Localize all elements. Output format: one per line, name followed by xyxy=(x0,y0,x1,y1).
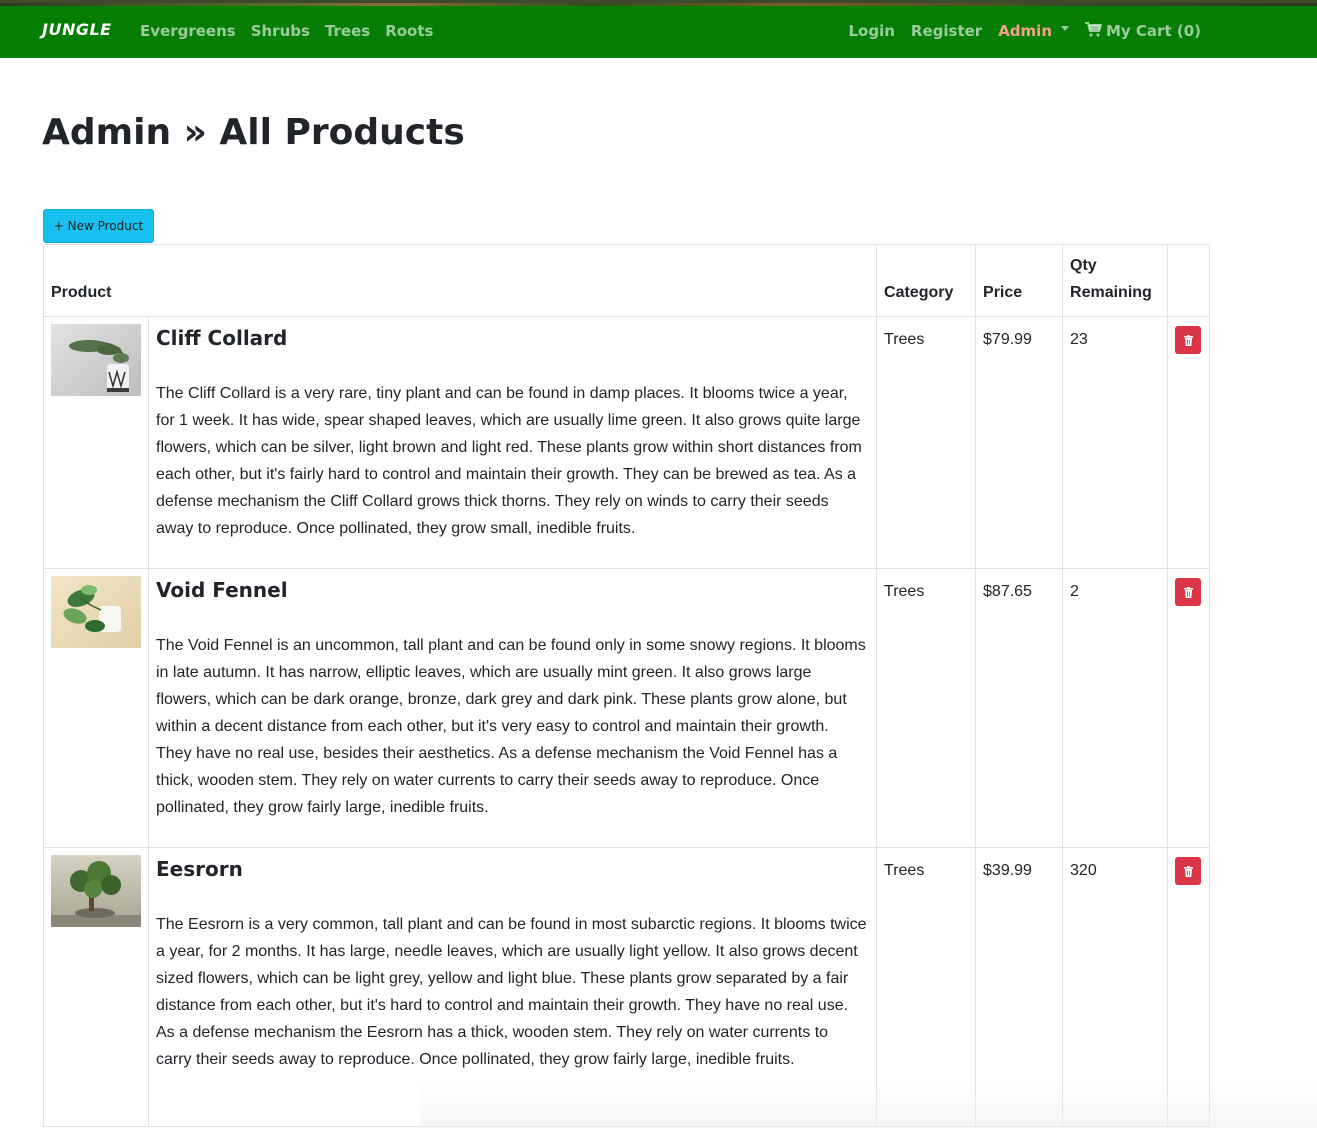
delete-button[interactable] xyxy=(1175,857,1202,885)
product-name: Cliff Collard xyxy=(156,326,288,350)
products-table: Product Category Price Qty Remaining Cli… xyxy=(42,244,1211,1127)
price-value: $79.99 xyxy=(983,331,1032,348)
login-link[interactable]: Login xyxy=(849,22,895,40)
product-name: Void Fennel xyxy=(156,578,288,602)
qty-value: 23 xyxy=(1070,331,1088,348)
product-name: Eesrorn xyxy=(156,857,243,881)
table-row: Void Fennel The Void Fennel is an uncomm… xyxy=(43,568,1211,848)
price-value: $87.65 xyxy=(983,583,1032,600)
delete-button[interactable] xyxy=(1175,326,1202,354)
delete-button[interactable] xyxy=(1175,578,1202,606)
product-info-cell: Void Fennel The Void Fennel is an uncomm… xyxy=(147,568,878,848)
trash-icon xyxy=(1183,334,1193,346)
product-price: $39.99 xyxy=(975,847,1064,1127)
product-image-void-fennel[interactable] xyxy=(51,576,141,648)
product-image-cliff-collard[interactable] xyxy=(51,324,141,396)
shopping-cart-icon xyxy=(1085,22,1102,37)
product-description: The Cliff Collard is a very rare, tiny p… xyxy=(156,385,862,537)
nav-link-roots[interactable]: Roots xyxy=(385,22,433,40)
register-link[interactable]: Register xyxy=(911,22,982,40)
header-actions xyxy=(1167,244,1211,317)
product-actions xyxy=(1167,316,1211,569)
navbar-decor-strip xyxy=(0,3,1317,6)
cart-label: My Cart (0) xyxy=(1106,22,1201,40)
category-value: Trees xyxy=(884,331,925,348)
product-price: $79.99 xyxy=(975,316,1064,569)
product-info-cell: Cliff Collard The Cliff Collard is a ver… xyxy=(147,316,878,569)
product-thumb-cell xyxy=(43,568,149,848)
table-row: Cliff Collard The Cliff Collard is a ver… xyxy=(43,316,1211,569)
new-product-button[interactable]: + New Product xyxy=(43,209,154,243)
product-price: $87.65 xyxy=(975,568,1064,848)
nav-link-shrubs[interactable]: Shrubs xyxy=(251,22,310,40)
table-row: Eesrorn The Eesrorn is a very common, ta… xyxy=(43,847,1211,1127)
product-qty: 320 xyxy=(1062,847,1169,1127)
product-category: Trees xyxy=(876,847,977,1127)
price-value: $39.99 xyxy=(983,862,1032,879)
brand-logo[interactable]: JUNGLE xyxy=(42,20,112,39)
product-thumb-cell xyxy=(43,847,149,1127)
product-actions xyxy=(1167,568,1211,848)
category-value: Trees xyxy=(884,862,925,879)
product-description: The Void Fennel is an uncommon, tall pla… xyxy=(156,637,866,816)
header-product: Product xyxy=(42,244,878,317)
product-actions xyxy=(1167,847,1211,1127)
qty-value: 2 xyxy=(1070,583,1079,600)
header-price: Price xyxy=(975,244,1064,317)
navbar: JUNGLE Evergreens Shrubs Trees Roots Log… xyxy=(0,0,1317,58)
page-title: Admin » All Products xyxy=(42,112,465,153)
product-category: Trees xyxy=(876,568,977,848)
table-header-row: Product Category Price Qty Remaining xyxy=(42,244,1211,317)
nav-category-links: Evergreens Shrubs Trees Roots xyxy=(140,22,433,40)
nav-user-links: Login Register Admin My Cart (0) xyxy=(849,22,1201,40)
nav-link-trees[interactable]: Trees xyxy=(325,22,370,40)
product-category: Trees xyxy=(876,316,977,569)
product-qty: 2 xyxy=(1062,568,1169,848)
admin-label: Admin xyxy=(998,22,1052,40)
qty-value: 320 xyxy=(1070,862,1097,879)
cart-link[interactable]: My Cart (0) xyxy=(1085,22,1201,40)
trash-icon xyxy=(1183,865,1193,877)
admin-dropdown[interactable]: Admin xyxy=(998,22,1069,40)
product-image-eesrorn[interactable] xyxy=(51,855,141,927)
trash-icon xyxy=(1183,586,1193,598)
category-value: Trees xyxy=(884,583,925,600)
header-qty: Qty Remaining xyxy=(1062,244,1169,317)
product-info-cell: Eesrorn The Eesrorn is a very common, ta… xyxy=(147,847,878,1127)
product-description: The Eesrorn is a very common, tall plant… xyxy=(156,916,867,1068)
caret-down-icon xyxy=(1061,26,1069,31)
product-qty: 23 xyxy=(1062,316,1169,569)
nav-link-evergreens[interactable]: Evergreens xyxy=(140,22,236,40)
header-category: Category xyxy=(876,244,977,317)
product-thumb-cell xyxy=(43,316,149,569)
